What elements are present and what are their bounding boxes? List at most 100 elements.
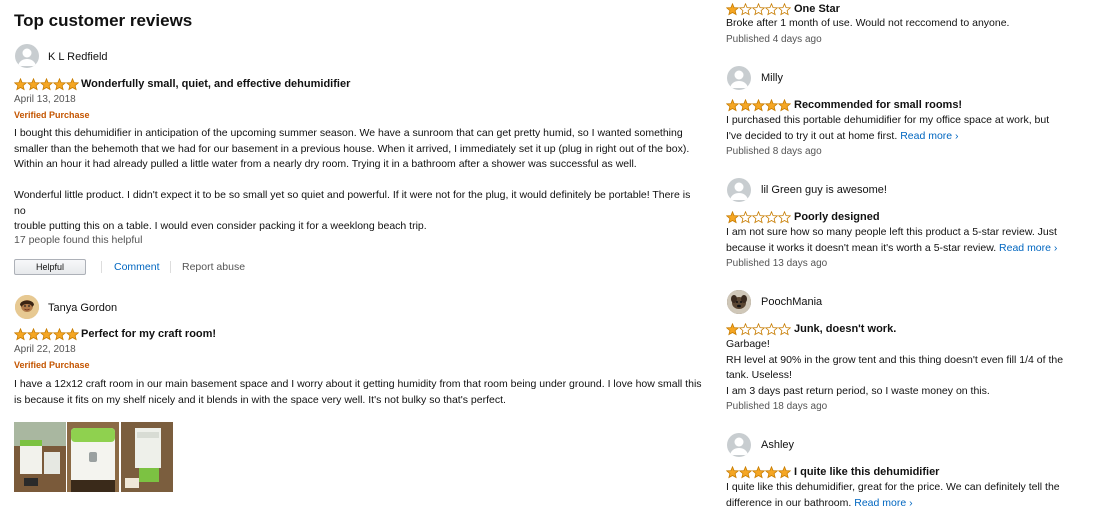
review-body-line: I am 3 days past return period, so I was… xyxy=(726,384,1086,400)
avatar-icon[interactable] xyxy=(727,433,751,457)
star-rating[interactable] xyxy=(14,328,79,341)
star-icon xyxy=(739,3,752,16)
reviewer-name[interactable]: Tanya Gordon xyxy=(48,302,117,314)
review-body-line: I bought this dehumidifier in anticipati… xyxy=(14,126,704,142)
review-title[interactable]: One Star xyxy=(794,3,840,15)
reviewer-name[interactable]: PoochMania xyxy=(761,296,822,308)
star-icon xyxy=(752,466,765,479)
star-icon xyxy=(752,99,765,112)
review-body: Garbage! RH level at 90% in the grow ten… xyxy=(726,337,1086,399)
review-body-line: I am not sure how so many people left th… xyxy=(726,225,1086,241)
review-body-line: I've decided to try it out at home first… xyxy=(726,129,1086,145)
star-icon xyxy=(40,328,53,341)
review-body-line: because it works it doesn't mean it's wo… xyxy=(726,241,1086,257)
review-body: I bought this dehumidifier in anticipati… xyxy=(14,126,704,235)
star-icon xyxy=(778,211,791,224)
avatar-icon[interactable] xyxy=(727,178,751,202)
verified-purchase-badge: Verified Purchase xyxy=(14,360,90,370)
star-icon xyxy=(40,78,53,91)
review-body: Broke after 1 month of use. Would not re… xyxy=(726,16,1086,32)
read-more-link[interactable]: Read more › xyxy=(999,242,1057,254)
review-body-line-text: I've decided to try it out at home first… xyxy=(726,130,897,142)
review-body-line: I have a 12x12 craft room in our main ba… xyxy=(14,377,704,393)
reviewer-name[interactable]: Milly xyxy=(761,72,783,84)
comment-link[interactable]: Comment xyxy=(114,261,160,273)
published-date: Published 8 days ago xyxy=(726,146,822,157)
review-photo[interactable] xyxy=(14,422,66,492)
divider xyxy=(101,261,102,273)
avatar-icon[interactable] xyxy=(727,66,751,90)
star-rating[interactable] xyxy=(726,466,791,479)
star-rating[interactable] xyxy=(726,323,791,336)
review-date: April 13, 2018 xyxy=(14,94,76,105)
avatar-icon[interactable] xyxy=(727,290,751,314)
review-photo[interactable] xyxy=(67,422,119,492)
star-rating[interactable] xyxy=(726,3,791,16)
star-icon xyxy=(739,211,752,224)
star-icon xyxy=(765,466,778,479)
review-title[interactable]: Poorly designed xyxy=(794,211,880,223)
report-abuse-link[interactable]: Report abuse xyxy=(182,261,245,273)
star-icon xyxy=(752,3,765,16)
review-body-line-text: difference in our bathroom. xyxy=(726,497,851,509)
star-icon xyxy=(739,323,752,336)
reviewer-name[interactable]: Ashley xyxy=(761,439,794,451)
avatar-icon[interactable] xyxy=(15,44,39,68)
star-rating[interactable] xyxy=(14,78,79,91)
star-icon xyxy=(27,328,40,341)
review-body-line: Within an hour it had already pulled a l… xyxy=(14,157,704,173)
review-body-line: RH level at 90% in the grow tent and thi… xyxy=(726,353,1086,369)
helpful-button[interactable]: Helpful xyxy=(14,259,86,275)
star-icon xyxy=(66,328,79,341)
review-date: April 22, 2018 xyxy=(14,344,76,355)
star-icon xyxy=(765,99,778,112)
read-more-link[interactable]: Read more › xyxy=(900,130,958,142)
review-body-line: tank. Useless! xyxy=(726,368,1086,384)
review-body-line: I quite like this dehumidifier, great fo… xyxy=(726,480,1086,496)
star-icon xyxy=(778,466,791,479)
star-icon xyxy=(765,211,778,224)
published-date: Published 18 days ago xyxy=(726,401,827,412)
review-body-line: Garbage! xyxy=(726,337,1086,353)
star-icon xyxy=(765,3,778,16)
star-icon xyxy=(752,323,765,336)
reviewer-name[interactable]: lil Green guy is awesome! xyxy=(761,184,887,196)
review-title[interactable]: Recommended for small rooms! xyxy=(794,99,962,111)
review-title[interactable]: I quite like this dehumidifier xyxy=(794,466,939,478)
star-icon xyxy=(765,323,778,336)
section-title: Top customer reviews xyxy=(14,11,192,31)
star-icon xyxy=(778,323,791,336)
published-date: Published 13 days ago xyxy=(726,258,827,269)
star-icon xyxy=(14,328,27,341)
verified-purchase-badge: Verified Purchase xyxy=(14,110,90,120)
star-icon xyxy=(739,99,752,112)
read-more-link[interactable]: Read more › xyxy=(854,497,912,509)
review-title[interactable]: Junk, doesn't work. xyxy=(794,323,896,335)
star-rating[interactable] xyxy=(726,211,791,224)
helpful-count: 17 people found this helpful xyxy=(14,234,142,246)
star-icon xyxy=(53,78,66,91)
star-icon xyxy=(778,99,791,112)
review-body-line: Wonderful little product. I didn't expec… xyxy=(14,188,704,219)
review-body-line: Broke after 1 month of use. Would not re… xyxy=(726,16,1086,32)
star-icon xyxy=(726,323,739,336)
star-icon xyxy=(739,466,752,479)
reviewer-name[interactable]: K L Redfield xyxy=(48,51,108,63)
star-icon xyxy=(27,78,40,91)
review-body-line-text: because it works it doesn't mean it's wo… xyxy=(726,242,996,254)
review-body: I purchased this portable dehumidifier f… xyxy=(726,113,1086,144)
review-title[interactable]: Wonderfully small, quiet, and effective … xyxy=(81,78,350,90)
star-icon xyxy=(66,78,79,91)
review-photo[interactable] xyxy=(121,422,173,492)
star-icon xyxy=(778,3,791,16)
review-body: I quite like this dehumidifier, great fo… xyxy=(726,480,1086,511)
review-body: I am not sure how so many people left th… xyxy=(726,225,1086,256)
review-title[interactable]: Perfect for my craft room! xyxy=(81,328,216,340)
avatar-icon[interactable] xyxy=(15,295,39,319)
review-body-line: trouble putting this on a table. I would… xyxy=(14,219,704,235)
star-icon xyxy=(14,78,27,91)
review-body: I have a 12x12 craft room in our main ba… xyxy=(14,377,704,408)
published-date: Published 4 days ago xyxy=(726,34,822,45)
review-body-line: is because it fits on my shelf nicely an… xyxy=(14,393,704,409)
star-rating[interactable] xyxy=(726,99,791,112)
